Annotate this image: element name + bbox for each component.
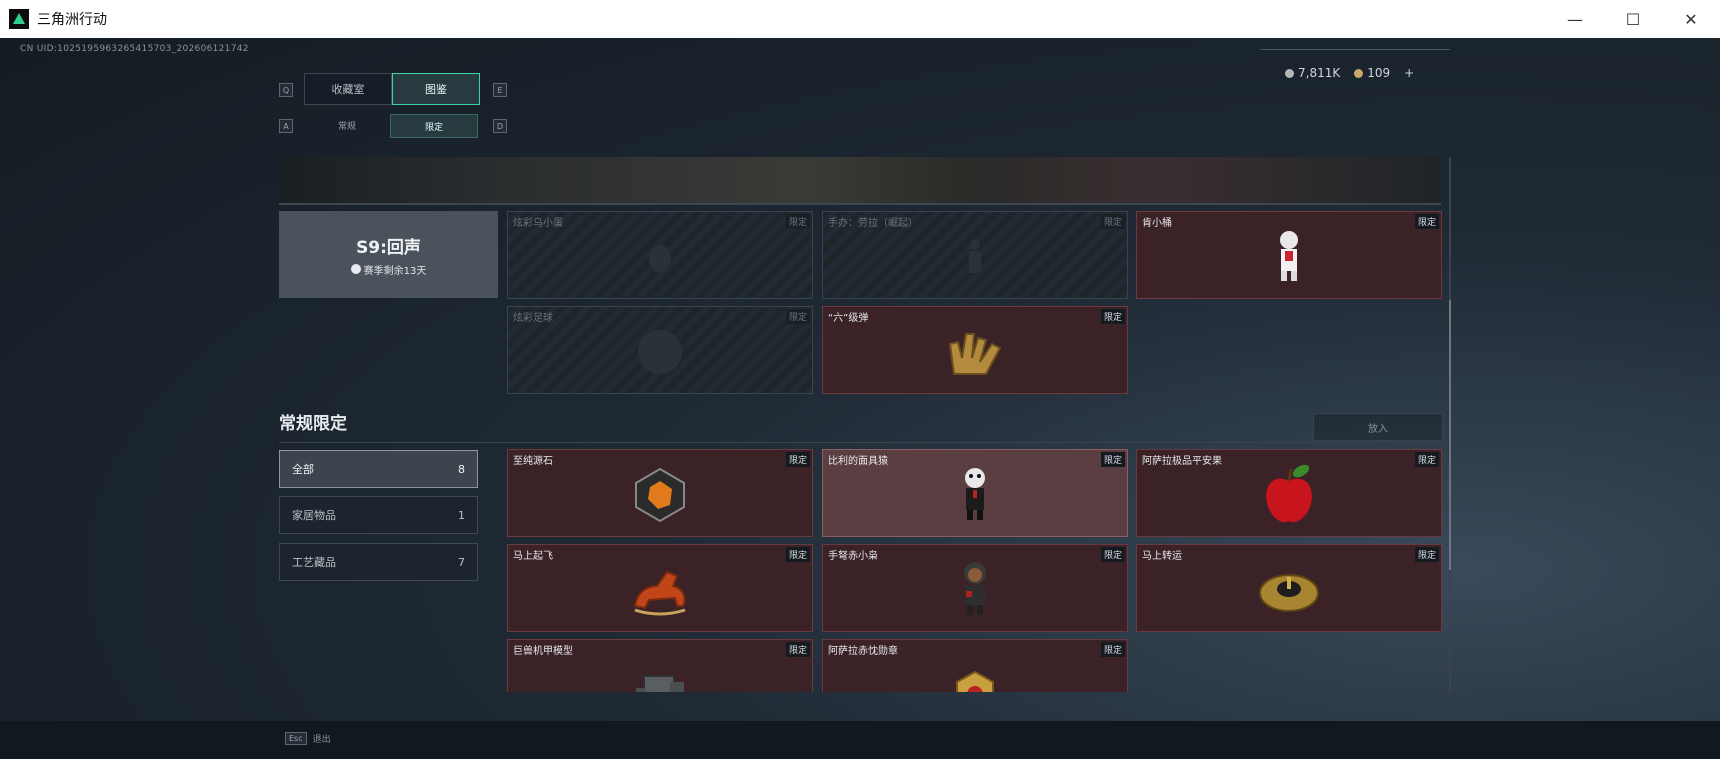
item-card-locked[interactable]: 炫彩乌小蛋 限定 (507, 211, 813, 299)
item-name: 阿萨拉赤忱勋章 (828, 646, 898, 657)
tab-catalog[interactable]: 图鉴 (392, 73, 480, 105)
football-icon (638, 329, 682, 374)
item-name: 马上转运 (1142, 551, 1182, 562)
season-banner-image (279, 157, 1441, 205)
limited-tag: 限定 (1100, 452, 1125, 467)
item-card[interactable]: 阿萨拉赤忱勋章 限定 (822, 639, 1128, 692)
gold-coin-icon (1354, 69, 1364, 78)
limited-tag: 限定 (785, 309, 810, 324)
app-logo-icon (9, 9, 29, 29)
mech-model-icon (636, 675, 684, 692)
item-card[interactable]: 马上起飞 限定 (507, 544, 813, 632)
window-title: 三角洲行动 (37, 12, 107, 28)
bottom-bar (0, 721, 1720, 759)
put-in-button[interactable]: 放入 (1313, 413, 1443, 441)
limited-tag: 限定 (1414, 214, 1439, 229)
content-panel: S9:回声 赛季剩余13天 炫彩乌小蛋 限定 手办：劳拉（崛起） 限定 肯小桶 … (279, 157, 1443, 692)
limited-tag: 限定 (1414, 547, 1439, 562)
section-title: 常规限定 (279, 414, 347, 434)
season-card: S9:回声 赛季剩余13天 (279, 211, 498, 298)
season-remaining: 赛季剩余13天 (350, 262, 426, 277)
limited-tag: 限定 (1100, 547, 1125, 562)
item-card[interactable]: “六”级弹 限定 (822, 306, 1128, 394)
close-button[interactable]: ✕ (1662, 0, 1720, 38)
item-name: 肯小桶 (1142, 218, 1172, 229)
limited-tag: 限定 (1100, 642, 1125, 657)
subtab-limited[interactable]: 限定 (390, 114, 478, 138)
limited-tag: 限定 (785, 642, 810, 657)
currency-display: 7,811K 109 + (1285, 66, 1414, 80)
limited-tag: 限定 (785, 452, 810, 467)
item-name: 炫彩乌小蛋 (513, 218, 563, 229)
source-stone-icon (635, 467, 685, 522)
item-name: 手办：劳拉（崛起） (828, 218, 918, 229)
figure-icon (969, 239, 981, 273)
puppet-figure-icon (965, 467, 985, 520)
clock-icon (350, 264, 361, 274)
uid-text: CN UID:10251959632654157​03_202606121742 (20, 44, 249, 54)
medal-icon (956, 670, 994, 692)
bird-egg-icon (649, 244, 671, 273)
key-hint-d: D (493, 119, 507, 133)
item-card[interactable]: 手弩赤小枭 限定 (822, 544, 1128, 632)
item-card-locked[interactable]: 手办：劳拉（崛起） 限定 (822, 211, 1128, 299)
exit-button[interactable]: Esc 退出 (285, 732, 331, 745)
item-card-selected[interactable]: 比利的面具猿 限定 (822, 449, 1128, 537)
key-hint-a: A (279, 119, 293, 133)
key-hint-e: E (493, 83, 507, 97)
colonel-figure-icon (1280, 230, 1298, 281)
item-name: 阿萨拉极品平安果 (1142, 456, 1222, 467)
limited-tag: 限定 (785, 547, 810, 562)
filter-all[interactable]: 全部 8 (279, 450, 478, 488)
item-name: 至纯源石 (513, 456, 553, 467)
apple-icon (1266, 464, 1312, 522)
limited-tag: 限定 (785, 214, 810, 229)
item-name: 手弩赤小枭 (828, 551, 878, 562)
key-hint-q: Q (279, 83, 293, 97)
filter-household[interactable]: 家居物品 1 (279, 496, 478, 534)
season-title: S9:回声 (356, 237, 421, 258)
item-card[interactable]: 马上转运 限定 (1136, 544, 1442, 632)
item-card[interactable]: 至纯源石 限定 (507, 449, 813, 537)
subtab-regular[interactable]: 常规 (304, 114, 390, 136)
add-currency-button[interactable]: + (1404, 66, 1414, 80)
item-card-locked[interactable]: 炫彩足球 限定 (507, 306, 813, 394)
limited-tag: 限定 (1100, 214, 1125, 229)
section-divider (279, 442, 1441, 443)
maximize-button[interactable]: ☐ (1604, 0, 1662, 38)
compass-disk-icon (1259, 573, 1319, 612)
minimize-button[interactable]: — (1546, 0, 1604, 38)
item-name: “六”级弹 (828, 313, 869, 324)
hooded-figure-icon (964, 561, 986, 615)
scrollbar-thumb[interactable] (1449, 300, 1451, 570)
exit-label: 退出 (312, 735, 331, 745)
title-bar: 三角洲行动 — ☐ ✕ (0, 0, 1720, 38)
item-name: 巨兽机甲模型 (513, 646, 573, 657)
item-name: 炫彩足球 (513, 313, 553, 324)
tab-collection-room[interactable]: 收藏室 (304, 73, 392, 105)
bullet-hand-icon (948, 332, 1002, 375)
item-card[interactable]: 阿萨拉极品平安果 限定 (1136, 449, 1442, 537)
silver-coin-icon (1285, 69, 1294, 78)
esc-key-hint: Esc (285, 732, 307, 745)
top-divider (1260, 49, 1450, 50)
item-name: 比利的面具猿 (828, 456, 888, 467)
limited-tag: 限定 (1100, 309, 1125, 324)
filter-crafts[interactable]: 工艺藏品 7 (279, 543, 478, 581)
silver-currency: 7,811K (1285, 66, 1340, 80)
gold-currency: 109 (1354, 66, 1390, 80)
item-name: 马上起飞 (513, 551, 553, 562)
item-card[interactable]: 肯小桶 限定 (1136, 211, 1442, 299)
horse-icon (633, 570, 686, 616)
limited-tag: 限定 (1414, 452, 1439, 467)
item-card[interactable]: 巨兽机甲模型 限定 (507, 639, 813, 692)
